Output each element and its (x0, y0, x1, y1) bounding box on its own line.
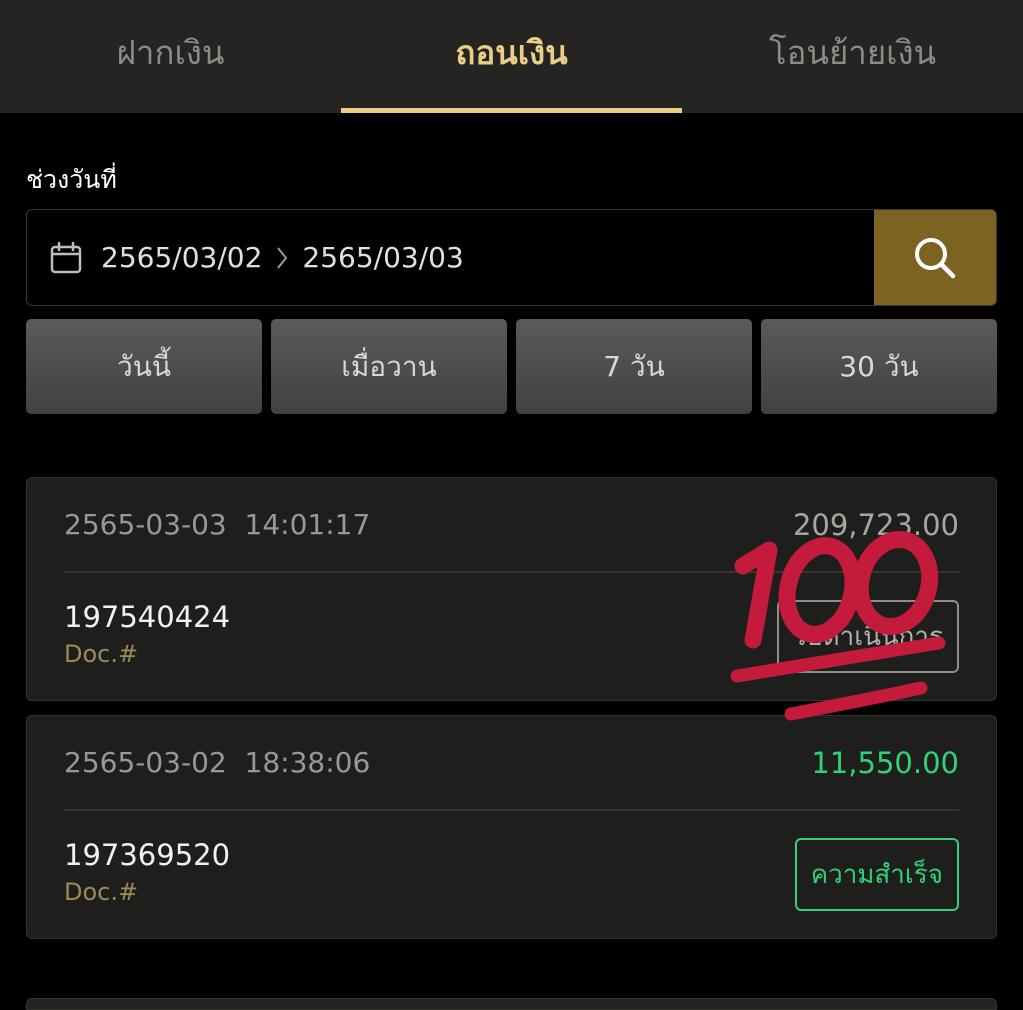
chevron-right-icon (277, 246, 288, 269)
tab-withdraw[interactable]: ถอนเงิน (341, 0, 682, 113)
end-date[interactable]: 2565/03/03 (302, 241, 463, 274)
transaction-header: 2565-03-02 18:38:06 11,550.00 (64, 716, 959, 811)
quick-range-today-button[interactable]: วันนี้ (26, 319, 262, 414)
transaction-card[interactable]: 2565-03-03 14:01:17 209,723.00 197540424… (26, 477, 997, 701)
date-range-label: ช่วงวันที่ (26, 165, 117, 194)
quick-range-buttons: วันนี้ เมื่อวาน 7 วัน 30 วัน (26, 319, 997, 414)
quick-range-yesterday-button[interactable]: เมื่อวาน (271, 319, 507, 414)
date-range-field[interactable]: 2565/03/02 2565/03/03 (27, 210, 874, 305)
quick-range-30-days-button[interactable]: 30 วัน (761, 319, 997, 414)
transaction-datetime: 2565-03-02 18:38:06 (64, 746, 371, 779)
date-range-picker: 2565/03/02 2565/03/03 (26, 209, 997, 306)
document-number: 197369520 (64, 838, 231, 872)
transaction-amount: 11,550.00 (811, 745, 959, 780)
tab-transfer[interactable]: โอนย้ายเงิน (682, 0, 1023, 113)
document-number: 197540424 (64, 600, 231, 634)
document-label: Doc.# (64, 640, 139, 668)
document-label: Doc.# (64, 878, 139, 906)
transaction-card[interactable]: 2565-03-02 18:38:06 11,550.00 197369520 … (26, 715, 997, 939)
transaction-header: 2565-03-03 14:01:17 209,723.00 (64, 478, 959, 573)
next-transaction-card-edge (26, 998, 997, 1010)
start-date[interactable]: 2565/03/02 (101, 241, 262, 274)
quick-range-7-days-button[interactable]: 7 วัน (516, 319, 752, 414)
transaction-datetime: 2565-03-03 14:01:17 (64, 508, 371, 541)
search-button[interactable] (874, 210, 996, 305)
tab-deposit[interactable]: ฝากเงิน (0, 0, 341, 113)
tab-bar: ฝากเงิน ถอนเงิน โอนย้ายเงิน (0, 0, 1023, 113)
calendar-icon (50, 241, 82, 273)
transaction-amount: 209,723.00 (792, 507, 959, 542)
search-icon (915, 237, 956, 278)
status-badge: ความสำเร็จ (794, 838, 959, 911)
status-badge: รอดำเนินการ (777, 600, 959, 673)
